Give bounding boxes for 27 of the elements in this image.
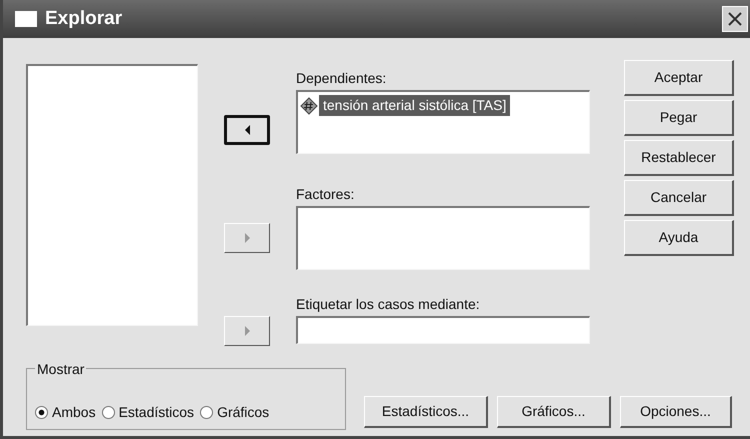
dialog-button[interactable]: Cancelar xyxy=(624,180,734,216)
dialog-button[interactable]: Pegar xyxy=(624,100,734,136)
window-icon xyxy=(15,11,37,27)
dialog-button[interactable]: Gráficos... xyxy=(497,396,611,428)
close-icon xyxy=(727,11,743,27)
field-label: Etiquetar los casos mediante: xyxy=(296,295,481,314)
dialog-button[interactable]: Restablecer xyxy=(624,140,734,176)
radio-button[interactable] xyxy=(200,406,214,419)
target-list[interactable] xyxy=(296,206,590,270)
target-list[interactable]: tensión arterial sistólica [TAS] xyxy=(296,90,590,154)
list-label: Factores: xyxy=(296,185,356,204)
list-item[interactable]: tensión arterial sistólica [TAS] xyxy=(319,95,510,116)
radio-button[interactable] xyxy=(35,406,48,419)
option-label[interactable]: Gráficos xyxy=(217,402,270,423)
scale-variable-icon xyxy=(300,96,318,114)
input-field[interactable] xyxy=(296,316,590,344)
option-label[interactable]: Estadísticos xyxy=(118,402,194,423)
radio-button[interactable] xyxy=(102,406,115,419)
dialog-button[interactable]: Opciones... xyxy=(620,396,732,428)
list-label: Dependientes: xyxy=(296,69,388,88)
arrow-button[interactable] xyxy=(224,115,270,145)
close-button[interactable] xyxy=(722,6,748,32)
dialog-button[interactable]: Estadísticos... xyxy=(364,396,488,428)
dialog-button[interactable]: Aceptar xyxy=(624,60,734,96)
dialog-button[interactable]: Ayuda xyxy=(624,220,734,256)
option-label[interactable]: Ambos xyxy=(52,402,96,423)
window-title: Explorar xyxy=(45,6,122,31)
